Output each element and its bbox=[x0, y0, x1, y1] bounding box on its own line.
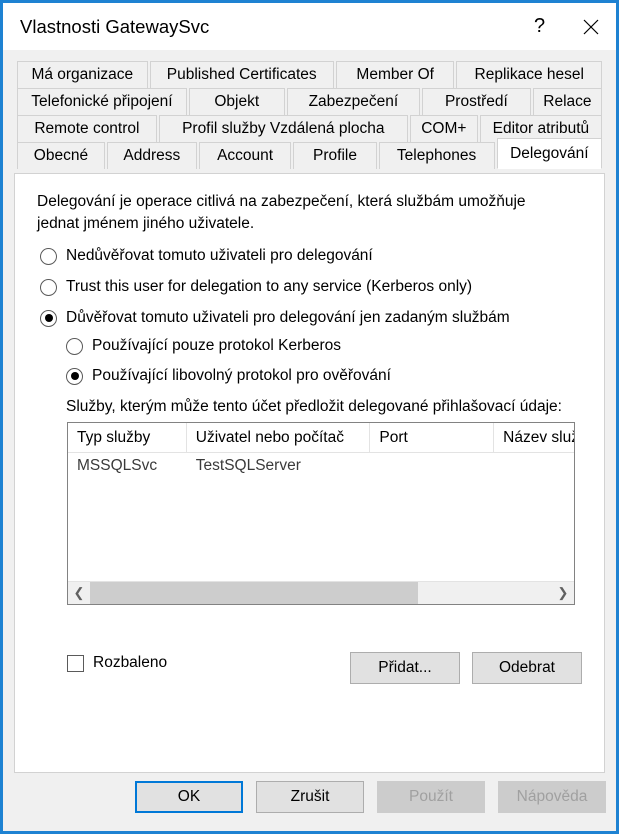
tab-member-of[interactable]: Member Of bbox=[335, 61, 455, 88]
radio-label: Nedůvěřovat tomuto uživateli pro delegov… bbox=[66, 247, 373, 264]
tab-label: Profil služby Vzdálená plocha bbox=[182, 120, 385, 137]
tab-zabezpe-en[interactable]: Zabezpečení bbox=[286, 88, 421, 115]
window-title: Vlastnosti GatewaySvc bbox=[20, 15, 210, 37]
tab-objekt[interactable]: Objekt bbox=[188, 88, 285, 115]
radio-indicator[interactable] bbox=[40, 309, 57, 327]
tab-remote-control[interactable]: Remote control bbox=[17, 115, 157, 142]
services-list-label: Služby, kterým může tento účet předložit… bbox=[66, 398, 562, 415]
tab-profile[interactable]: Profile bbox=[293, 142, 377, 169]
tab-label: Telefonické připojení bbox=[31, 93, 173, 110]
column-header-port[interactable]: Port bbox=[370, 423, 495, 452]
help-button-footer: Nápověda bbox=[498, 781, 606, 813]
radio-label: Trust this user for delegation to any se… bbox=[66, 278, 473, 295]
chevron-left-icon[interactable]: ❮ bbox=[68, 582, 90, 604]
dialog-footer: OK Zrušit Použít Nápověda bbox=[3, 773, 616, 831]
expanded-checkbox-row[interactable]: Rozbaleno bbox=[67, 654, 167, 672]
tab-telephones[interactable]: Telephones bbox=[378, 142, 495, 169]
radio-option-kerberos-only[interactable]: Používající pouze protokol Kerberos bbox=[66, 337, 341, 355]
tab-label: Telephones bbox=[396, 147, 477, 164]
radio-label: Používající pouze protokol Kerberos bbox=[92, 337, 341, 354]
tab-row-4: Obecné Address Account Profile Telephones Del… bbox=[17, 138, 602, 169]
radio-indicator[interactable] bbox=[66, 337, 83, 355]
table-row[interactable]: MSSQLSvc TestSQLServer bbox=[68, 453, 574, 479]
remove-button[interactable]: Odebrat bbox=[472, 652, 582, 684]
close-button[interactable] bbox=[565, 3, 616, 50]
radio-label: Důvěřovat tomuto uživateli pro delegován… bbox=[66, 309, 510, 326]
cancel-button[interactable]: Zrušit bbox=[256, 781, 364, 813]
radio-option-trust-any-service[interactable]: Trust this user for delegation to any se… bbox=[40, 278, 472, 296]
expanded-checkbox-label: Rozbaleno bbox=[93, 654, 168, 671]
radio-option-any-protocol[interactable]: Používající libovolný protokol pro ověřo… bbox=[66, 367, 391, 385]
tab-label: Zabezpečení bbox=[308, 93, 399, 110]
radio-option-do-not-trust[interactable]: Nedůvěřovat tomuto uživateli pro delegov… bbox=[40, 247, 373, 265]
expanded-checkbox[interactable] bbox=[67, 654, 84, 672]
tab-label: Editor atributů bbox=[492, 120, 590, 137]
tab-label: COM+ bbox=[421, 120, 467, 137]
radio-indicator[interactable] bbox=[40, 247, 57, 265]
tab-label: Prostředí bbox=[444, 93, 508, 110]
tab-prost-ed[interactable]: Prostředí bbox=[422, 88, 531, 115]
cell-port bbox=[370, 453, 494, 479]
tab-delegov-n[interactable]: Delegování bbox=[496, 138, 602, 169]
delegation-description: Delegování je operace citlivá na zabezpe… bbox=[37, 193, 526, 232]
column-header-service-type[interactable]: Typ služby bbox=[68, 423, 187, 452]
horizontal-scrollbar[interactable]: ❮ ❯ bbox=[68, 581, 574, 604]
tab-address[interactable]: Address bbox=[106, 142, 197, 169]
tab-com[interactable]: COM+ bbox=[409, 115, 478, 142]
cell-service-name bbox=[494, 453, 574, 479]
cell-service-type: MSSQLSvc bbox=[77, 457, 158, 474]
add-button[interactable]: Přidat... bbox=[350, 652, 460, 684]
tab-label: Address bbox=[123, 147, 181, 164]
scrollbar-thumb[interactable] bbox=[90, 582, 419, 604]
radio-indicator[interactable] bbox=[66, 367, 83, 385]
tab-label: Obecné bbox=[33, 147, 89, 164]
tab-obecn[interactable]: Obecné bbox=[17, 142, 105, 169]
tab-replikace-hesel[interactable]: Replikace hesel bbox=[456, 61, 602, 88]
tab-telefonick-p-ipojen[interactable]: Telefonické připojení bbox=[17, 88, 187, 115]
tab-strip: Má organizace Published Certificates Membe… bbox=[3, 50, 616, 173]
tab-m-organizace[interactable]: Má organizace bbox=[17, 61, 148, 88]
chevron-right-icon[interactable]: ❯ bbox=[552, 582, 574, 604]
tab-published-certificates[interactable]: Published Certificates bbox=[149, 61, 334, 88]
cell-user-or-computer: TestSQLServer bbox=[195, 457, 301, 474]
radio-option-trust-specified-services[interactable]: Důvěřovat tomuto uživateli pro delegován… bbox=[40, 309, 510, 327]
tab-label: Member Of bbox=[356, 66, 434, 83]
tab-label: Published Certificates bbox=[166, 66, 317, 83]
scrollbar-track[interactable] bbox=[90, 582, 552, 604]
help-button[interactable]: ? bbox=[514, 3, 565, 50]
tab-label: Relace bbox=[543, 93, 592, 110]
tab-row-2: Telefonické připojení Objekt Zabezpečení Pr… bbox=[17, 88, 602, 115]
apply-button: Použít bbox=[377, 781, 485, 813]
close-icon bbox=[583, 19, 598, 34]
tab-label: Profile bbox=[313, 147, 357, 164]
tab-relace[interactable]: Relace bbox=[532, 88, 602, 115]
tab-account[interactable]: Account bbox=[198, 142, 292, 169]
list-header-row: Typ služby Uživatel nebo počítač Port Ná… bbox=[68, 423, 574, 453]
tab-label: Má organizace bbox=[31, 66, 134, 83]
tab-row-1: Má organizace Published Certificates Membe… bbox=[17, 61, 602, 88]
tab-label: Replikace hesel bbox=[474, 66, 584, 83]
radio-indicator[interactable] bbox=[40, 278, 57, 296]
tab-label: Delegování bbox=[510, 144, 589, 162]
column-header-user-or-computer[interactable]: Uživatel nebo počítač bbox=[187, 423, 371, 452]
services-list-view[interactable]: Typ služby Uživatel nebo počítač Port Ná… bbox=[67, 422, 575, 605]
column-header-service-name[interactable]: Název služ bbox=[494, 423, 574, 452]
tab-label: Account bbox=[217, 147, 274, 164]
tab-label: Objekt bbox=[214, 93, 260, 110]
title-bar-buttons: ? bbox=[514, 3, 616, 50]
tab-label: Remote control bbox=[34, 120, 140, 137]
properties-dialog: Vlastnosti GatewaySvc ? Má organizace Pub… bbox=[0, 0, 619, 834]
delegation-tab-panel: Delegování je operace citlivá na zabezpe… bbox=[14, 173, 605, 773]
question-mark-icon: ? bbox=[533, 15, 546, 37]
radio-label: Používající libovolný protokol pro ověřo… bbox=[92, 367, 391, 384]
tab-profil-slu-by-vzd-len-plocha[interactable]: Profil služby Vzdálená plocha bbox=[158, 115, 408, 142]
ok-button[interactable]: OK bbox=[135, 781, 243, 813]
title-bar: Vlastnosti GatewaySvc ? bbox=[3, 3, 616, 50]
